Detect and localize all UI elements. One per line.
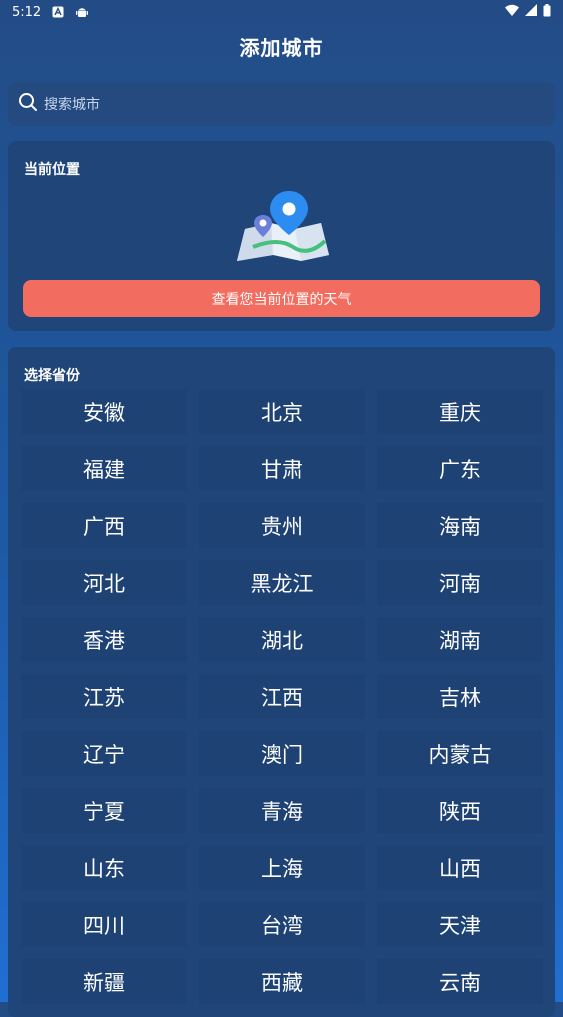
province-card: 选择省份 安徽 北京 重庆 福建 甘肃 广东 广西 贵州 海南 河北 黑龙江 河…	[8, 347, 555, 1017]
province-title: 选择省份	[24, 368, 80, 384]
search-icon	[18, 92, 38, 116]
province-item[interactable]: 新疆	[21, 959, 187, 1004]
province-item[interactable]: 辽宁	[21, 731, 187, 776]
province-item[interactable]: 广西	[21, 503, 187, 548]
province-item[interactable]: 香港	[21, 617, 187, 662]
province-item[interactable]: 湖南	[377, 617, 543, 662]
status-right	[505, 3, 551, 21]
province-item[interactable]: 甘肃	[199, 446, 365, 491]
status-time: 5:12	[12, 4, 42, 20]
province-item[interactable]: 江西	[199, 674, 365, 719]
current-location-card: 当前位置 查看您当前位置的天气	[8, 141, 555, 331]
province-item[interactable]: 云南	[377, 959, 543, 1004]
province-item[interactable]: 上海	[199, 845, 365, 890]
android-icon	[75, 5, 89, 19]
notification-a-icon	[51, 5, 65, 19]
status-bar: 5:12	[0, 0, 563, 24]
province-item[interactable]: 黑龙江	[199, 560, 365, 605]
page-title: 添加城市	[239, 36, 324, 60]
province-item[interactable]: 青海	[199, 788, 365, 833]
province-item[interactable]: 福建	[21, 446, 187, 491]
search-placeholder: 搜索城市	[44, 97, 100, 113]
map-location-icon	[233, 189, 333, 265]
province-item[interactable]: 吉林	[377, 674, 543, 719]
province-item[interactable]: 贵州	[199, 503, 365, 548]
province-item[interactable]: 海南	[377, 503, 543, 548]
wifi-icon	[505, 4, 519, 20]
province-item[interactable]: 山西	[377, 845, 543, 890]
current-location-title: 当前位置	[24, 162, 80, 178]
province-item[interactable]: 湖北	[199, 617, 365, 662]
province-item[interactable]: 重庆	[377, 389, 543, 434]
province-item[interactable]: 宁夏	[21, 788, 187, 833]
province-item[interactable]: 澳门	[199, 731, 365, 776]
province-item[interactable]: 西藏	[199, 959, 365, 1004]
province-item[interactable]: 广东	[377, 446, 543, 491]
status-left: 5:12	[12, 5, 89, 20]
province-grid: 安徽 北京 重庆 福建 甘肃 广东 广西 贵州 海南 河北 黑龙江 河南 香港 …	[21, 389, 543, 1004]
province-item[interactable]: 内蒙古	[377, 731, 543, 776]
province-item[interactable]: 江苏	[21, 674, 187, 719]
province-item[interactable]: 天津	[377, 902, 543, 947]
province-item[interactable]: 河北	[21, 560, 187, 605]
search-input[interactable]: 搜索城市	[8, 82, 555, 126]
province-item[interactable]: 安徽	[21, 389, 187, 434]
province-item[interactable]: 山东	[21, 845, 187, 890]
province-item[interactable]: 北京	[199, 389, 365, 434]
view-current-location-weather-button[interactable]: 查看您当前位置的天气	[23, 280, 540, 317]
province-item[interactable]: 四川	[21, 902, 187, 947]
battery-icon	[543, 3, 551, 21]
province-item[interactable]: 河南	[377, 560, 543, 605]
province-item[interactable]: 台湾	[199, 902, 365, 947]
signal-icon	[525, 4, 537, 20]
province-item[interactable]: 陕西	[377, 788, 543, 833]
